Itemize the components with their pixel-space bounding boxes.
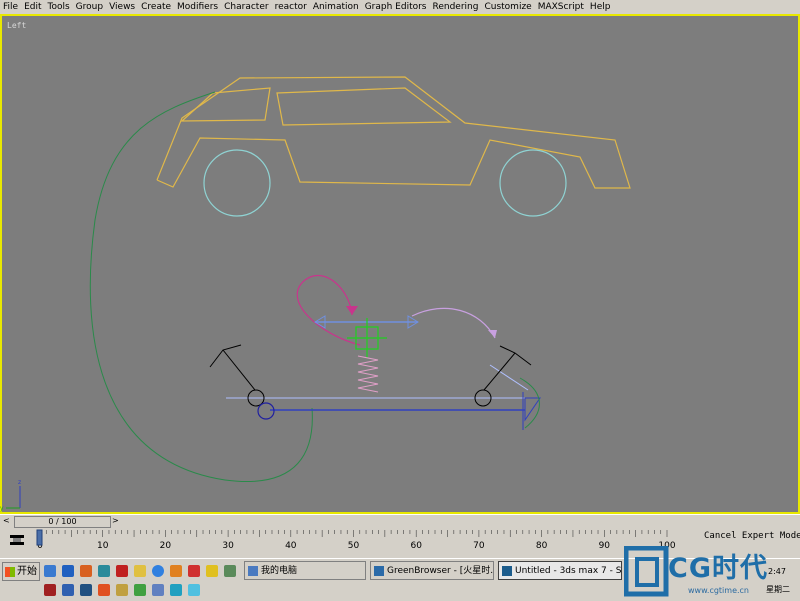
time-cursor[interactable] xyxy=(36,529,43,546)
quicklaunch-media-icon[interactable] xyxy=(152,565,164,577)
axis-tripod: z y xyxy=(0,479,21,512)
quicklaunch-browser-icon[interactable] xyxy=(62,565,74,577)
quicklaunch-bird-icon[interactable] xyxy=(188,584,200,596)
ruler-ticks xyxy=(39,530,668,537)
arrow-right-black xyxy=(483,345,532,391)
ruler-labels: 0 10 20 30 40 50 60 70 80 90 100 xyxy=(37,541,676,551)
arrow-left-black xyxy=(209,344,256,391)
watermark-brand: CG时代 xyxy=(668,553,768,584)
task-label: 我的电脑 xyxy=(261,566,298,576)
motion-path-curve[interactable] xyxy=(89,91,313,482)
quicklaunch-desktop-icon[interactable] xyxy=(224,565,236,577)
quicklaunch-globe-icon[interactable] xyxy=(170,584,182,596)
car-window-rear xyxy=(276,87,452,126)
time-prev-arrow[interactable]: < xyxy=(3,516,10,525)
car-wheel-front[interactable] xyxy=(203,149,271,217)
ruler-label: 70 xyxy=(473,541,485,551)
status-expert-mode[interactable]: Cancel Expert Mode xyxy=(704,531,800,541)
ruler-label: 20 xyxy=(160,541,172,551)
quicklaunch-tree-icon[interactable] xyxy=(134,584,146,596)
quicklaunch-orange-icon[interactable] xyxy=(98,584,110,596)
car-wheel-rear[interactable] xyxy=(499,149,567,217)
quicklaunch-warning-icon[interactable] xyxy=(134,565,146,577)
computer-icon xyxy=(248,566,258,576)
ruler-label: 10 xyxy=(97,541,109,551)
quicklaunch-image-icon[interactable] xyxy=(98,565,110,577)
ruler-label: 60 xyxy=(410,541,422,551)
watermark-url: www.cgtime.cn xyxy=(688,586,749,595)
quicklaunch-ie-icon[interactable] xyxy=(44,565,56,577)
svg-text:y: y xyxy=(0,505,4,512)
arc-arrowhead-lilac xyxy=(488,330,497,338)
time-slider[interactable]: 0 / 100 xyxy=(14,516,111,528)
task-greenbrowser[interactable]: GreenBrowser - [火星时... xyxy=(370,561,494,580)
quicklaunch-cloud-icon[interactable] xyxy=(152,584,164,596)
quicklaunch-flash-icon[interactable] xyxy=(44,584,56,596)
ruler-label: 90 xyxy=(599,541,611,551)
task-my-computer[interactable]: 我的电脑 xyxy=(244,561,366,580)
start-button[interactable]: 开始 xyxy=(2,562,40,581)
car-body-outline[interactable] xyxy=(156,76,631,189)
start-label: 开始 xyxy=(17,566,37,577)
time-slider-bar: < 0 / 100 > xyxy=(0,514,800,528)
svg-text:z: z xyxy=(18,479,21,486)
quicklaunch-pencil-icon[interactable] xyxy=(188,565,200,577)
3dsmax-icon xyxy=(502,566,512,576)
car-window-front xyxy=(180,87,271,122)
time-next-arrow[interactable]: > xyxy=(112,516,119,525)
quicklaunch-app-icon[interactable] xyxy=(80,565,92,577)
quicklaunch-fire-icon[interactable] xyxy=(116,565,128,577)
timeline-ruler[interactable]: 0 10 20 30 40 50 60 70 80 90 100 xyxy=(36,528,708,552)
quicklaunch-gold-icon[interactable] xyxy=(116,584,128,596)
viewport-scene: z y xyxy=(0,76,631,512)
quicklaunch-player-icon[interactable] xyxy=(170,565,182,577)
task-label: GreenBrowser - [火星时... xyxy=(387,566,494,576)
beam-diagonal xyxy=(489,364,529,391)
track-bar: 0 10 20 30 40 50 60 70 80 90 100 xyxy=(0,528,708,552)
left-viewport[interactable]: Left z y xyxy=(0,14,800,514)
arc-arrowhead-magenta xyxy=(346,306,358,315)
ruler-label: 40 xyxy=(285,541,297,551)
beam-arrow-head xyxy=(524,397,541,422)
rotation-arc-lilac xyxy=(411,307,496,339)
spring-coil[interactable] xyxy=(357,355,379,393)
ruler-label: 50 xyxy=(348,541,360,551)
windows-flag-icon xyxy=(5,566,15,577)
quicklaunch-g-icon[interactable] xyxy=(62,584,74,596)
ruler-label: 30 xyxy=(222,541,234,551)
quicklaunch-dark-icon[interactable] xyxy=(80,584,92,596)
ruler-label: 80 xyxy=(536,541,548,551)
quicklaunch-tool-icon[interactable] xyxy=(206,565,218,577)
browser-icon xyxy=(374,566,384,576)
target-helper[interactable] xyxy=(347,318,387,358)
key-mode-icon[interactable] xyxy=(10,535,24,545)
task-3ds-max[interactable]: Untitled - 3ds max 7 - St... xyxy=(498,561,622,580)
joint-left-blue[interactable] xyxy=(257,402,275,420)
task-label: Untitled - 3ds max 7 - St... xyxy=(515,566,622,576)
